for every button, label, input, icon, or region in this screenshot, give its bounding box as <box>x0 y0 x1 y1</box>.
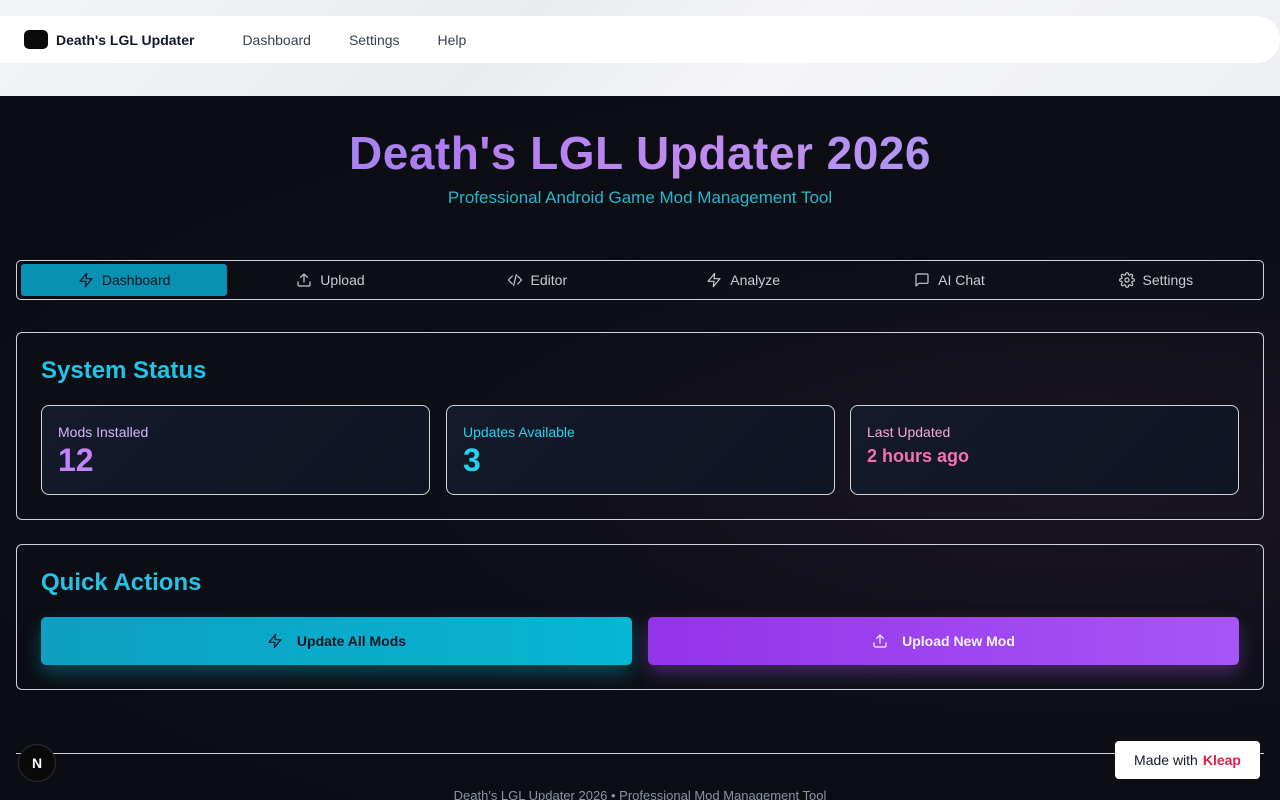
made-with-kleap-badge[interactable]: Made with Kleap <box>1115 741 1260 779</box>
tab-label: Analyze <box>730 272 781 288</box>
tab-label: Upload <box>320 272 365 288</box>
nav-link-help[interactable]: Help <box>438 32 467 48</box>
stat-label: Last Updated <box>867 424 951 440</box>
kleap-brand: Kleap <box>1202 752 1241 768</box>
quick-actions-title: Quick Actions <box>41 569 202 596</box>
brand[interactable]: Death's LGL Updater <box>24 30 194 49</box>
tab-bar: Dashboard Upload Editor Analyze AI Chat … <box>16 260 1264 300</box>
button-label: Upload New Mod <box>902 633 1015 649</box>
tab-label: Editor <box>530 272 568 288</box>
tab-upload[interactable]: Upload <box>227 264 433 296</box>
page-subtitle: Professional Android Game Mod Management… <box>447 188 833 207</box>
upload-new-mod-button[interactable]: Upload New Mod <box>648 617 1239 665</box>
brand-name: Death's LGL Updater <box>56 31 195 48</box>
stat-card-mods-installed: Mods Installed 12 <box>41 405 430 495</box>
stat-card-last-updated: Last Updated 2 hours ago <box>850 405 1239 495</box>
tab-settings[interactable]: Settings <box>1053 264 1259 296</box>
tab-analyze[interactable]: Analyze <box>640 264 846 296</box>
zap-icon <box>707 272 721 288</box>
stat-value: 2 hours ago <box>867 446 970 466</box>
upload-icon <box>297 273 311 287</box>
navbar: Death's LGL Updater Dashboard Settings H… <box>0 16 1280 63</box>
upload-icon <box>873 634 887 648</box>
message-square-icon <box>915 273 929 287</box>
tab-dashboard[interactable]: Dashboard <box>21 264 228 296</box>
update-all-mods-button[interactable]: Update All Mods <box>41 617 632 665</box>
brand-logo-icon <box>24 30 48 49</box>
quick-actions-panel: Quick Actions Update All Mods Upload New… <box>16 544 1264 690</box>
nav-link-dashboard[interactable]: Dashboard <box>242 32 311 48</box>
footer-text: Death's LGL Updater 2026 • Professional … <box>453 788 827 800</box>
stat-card-updates-available: Updates Available 3 <box>446 405 835 495</box>
gear-icon <box>1118 272 1135 288</box>
system-status-panel: System Status Mods Installed 12 Updates … <box>16 332 1264 520</box>
tab-editor[interactable]: Editor <box>434 264 640 296</box>
button-label: Update All Mods <box>296 633 407 649</box>
system-status-title: System Status <box>41 357 207 384</box>
code-icon <box>507 274 522 286</box>
footer-divider <box>16 753 1264 754</box>
n-letter: N <box>31 755 43 771</box>
nav-link-settings[interactable]: Settings <box>349 32 400 48</box>
page-title: Death's LGL Updater 2026 <box>0 126 1280 180</box>
made-with-text: Made with <box>1134 752 1198 768</box>
stat-label: Mods Installed <box>58 424 149 440</box>
stat-label: Updates Available <box>463 424 575 440</box>
stat-value: 3 <box>463 442 481 478</box>
tab-label: Settings <box>1142 272 1194 288</box>
zap-icon <box>268 633 282 649</box>
topbar-background: Death's LGL Updater Dashboard Settings H… <box>0 0 1280 96</box>
tab-label: Dashboard <box>101 272 171 288</box>
main-content: Death's LGL Updater 2026 Professional An… <box>0 96 1280 800</box>
tab-ai-chat[interactable]: AI Chat <box>846 264 1052 296</box>
zap-icon <box>79 272 93 288</box>
nav-links: Dashboard Settings Help <box>242 32 504 48</box>
tab-label: AI Chat <box>938 272 985 288</box>
nextjs-badge-icon[interactable]: N <box>18 744 56 782</box>
stat-value: 12 <box>58 442 94 478</box>
